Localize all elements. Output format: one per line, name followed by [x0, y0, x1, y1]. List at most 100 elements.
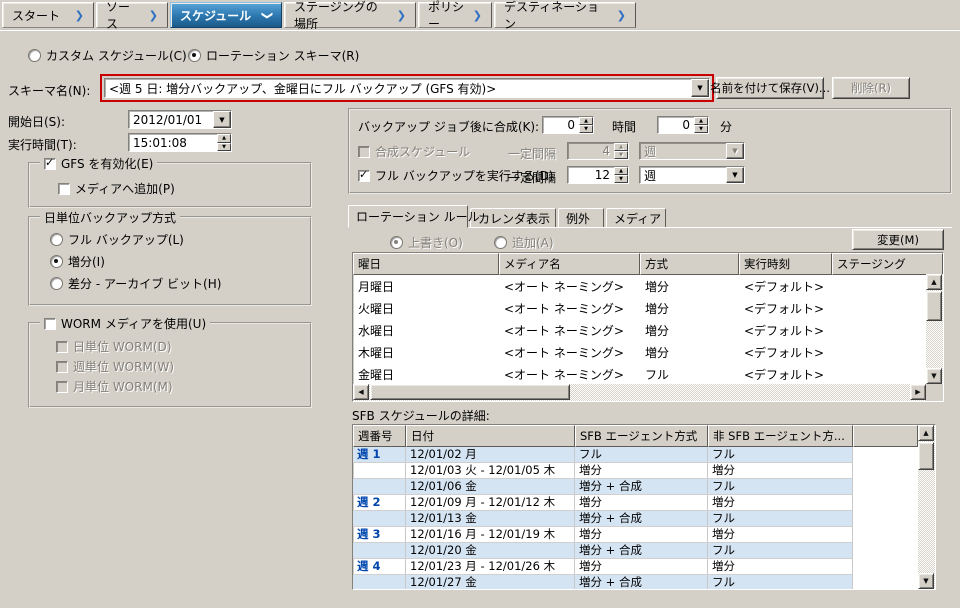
header-week-number[interactable]: 週番号 — [353, 425, 406, 447]
worm-use-checkbox[interactable]: WORM メディアを使用(U) — [44, 315, 206, 332]
minutes-unit-label: 分 — [720, 118, 732, 135]
horizontal-scrollbar[interactable]: ◀ ▶ — [353, 384, 926, 401]
checkbox-label: WORM メディアを使用(U) — [61, 315, 206, 332]
dropdown-arrow-icon[interactable]: ▼ — [726, 167, 744, 183]
schema-name-combobox[interactable]: <週 5 日: 増分バックアップ、金曜日にフル バックアップ (GFS 有効)>… — [104, 78, 710, 98]
tab-calendar-view[interactable]: カレンダ表示 — [470, 208, 556, 228]
table-row[interactable]: 週 4 12/01/23 月 - 12/01/26 木 増分 増分 — [353, 559, 918, 575]
header-staging[interactable]: ステージング — [832, 253, 943, 275]
spin-up-icon: ▲ — [694, 117, 708, 125]
spin-buttons[interactable]: ▲▼ — [579, 117, 593, 133]
cell-non-sfb-method: フル — [708, 575, 853, 590]
scroll-right-icon[interactable]: ▶ — [910, 384, 926, 400]
vertical-scrollbar[interactable]: ▲ ▼ — [926, 274, 943, 384]
hours-value: 0 — [543, 117, 579, 133]
header-method[interactable]: 方式 — [640, 253, 739, 275]
header-empty — [853, 425, 918, 447]
header-exec-time[interactable]: 実行時刻 — [739, 253, 832, 275]
full-interval-unit-dropdown[interactable]: 週 ▼ — [639, 166, 745, 184]
rotation-rules-table: 曜日 メディア名 方式 実行時刻 ステージング 月曜日 <オート ネーミング> … — [352, 252, 944, 402]
wizard-tab-source[interactable]: ソース ❯ — [96, 2, 168, 28]
scrollbar-thumb[interactable] — [370, 384, 570, 400]
header-non-sfb-method[interactable]: 非 SFB エージェント方... — [708, 425, 853, 447]
cell-date: 12/01/02 月 — [406, 447, 575, 463]
cell-method: 増分 — [640, 322, 739, 339]
scrollbar-corner — [926, 384, 943, 401]
cell-empty — [853, 447, 918, 464]
header-date[interactable]: 日付 — [406, 425, 575, 447]
table-row[interactable]: 12/01/20 金 増分 + 合成 フル — [353, 543, 918, 559]
table-row[interactable]: 火曜日 <オート ネーミング> 増分 <デフォルト> — [353, 297, 943, 319]
table-row[interactable]: 12/01/06 金 増分 + 合成 フル — [353, 479, 918, 495]
radio-differential[interactable]: 差分 - アーカイブ ビット(H) — [50, 275, 221, 292]
worm-groupbox: WORM メディアを使用(U) 日単位 WORM(D) 週単位 WORM(W) … — [28, 322, 312, 408]
table-row[interactable]: 金曜日 <オート ネーミング> フル <デフォルト> — [353, 363, 943, 385]
radio-incremental[interactable]: 増分(I) — [50, 253, 105, 270]
table-row[interactable]: 週 1 12/01/02 月 フル フル — [353, 447, 918, 463]
spin-up-icon: ▲ — [579, 117, 593, 125]
spin-buttons[interactable]: ▲▼ — [614, 167, 628, 183]
cell-non-sfb-method: フル — [708, 447, 853, 463]
append-media-checkbox[interactable]: メディアへ追加(P) — [58, 180, 175, 197]
cell-empty — [853, 559, 918, 576]
scroll-down-icon[interactable]: ▼ — [918, 573, 934, 589]
scrollbar-thumb[interactable] — [926, 291, 942, 321]
tab-rotation-rules[interactable]: ローテーション ルール — [348, 205, 468, 228]
table-row[interactable]: 12/01/03 火 - 12/01/05 木 増分 増分 — [353, 463, 918, 479]
cell-sfb-method: 増分 + 合成 — [575, 575, 708, 590]
dropdown-arrow-icon[interactable]: ▼ — [213, 111, 231, 128]
sfb-table-header: 週番号 日付 SFB エージェント方式 非 SFB エージェント方... — [353, 425, 918, 447]
cell-sfb-method: 増分 + 合成 — [575, 479, 708, 495]
tab-exceptions[interactable]: 例外 — [558, 208, 604, 228]
consolidate-hours-spinner[interactable]: 0 ▲▼ — [542, 116, 594, 134]
table-row[interactable]: 週 3 12/01/16 月 - 12/01/19 木 増分 増分 — [353, 527, 918, 543]
table-row[interactable]: 水曜日 <オート ネーミング> 増分 <デフォルト> — [353, 319, 943, 341]
header-media-name[interactable]: メディア名 — [499, 253, 640, 275]
spin-buttons[interactable]: ▲▼ — [694, 117, 708, 133]
table-row[interactable]: 月曜日 <オート ネーミング> 増分 <デフォルト> — [353, 275, 943, 297]
spin-buttons[interactable]: ▲▼ — [217, 134, 231, 151]
radio-custom-schedule[interactable]: カスタム スケジュール(C) — [28, 47, 187, 64]
table-row[interactable]: 週 2 12/01/09 月 - 12/01/12 木 増分 増分 — [353, 495, 918, 511]
consolidate-minutes-spinner[interactable]: 0 ▲▼ — [657, 116, 709, 134]
wizard-tab-destination[interactable]: デスティネーション ❯ — [494, 2, 636, 28]
checkbox-label: 合成スケジュール — [375, 143, 470, 160]
dropdown-arrow-icon[interactable]: ▼ — [691, 79, 709, 97]
exec-time-spinner[interactable]: 15:01:08 ▲▼ — [128, 133, 232, 152]
cell-sfb-method: 増分 + 合成 — [575, 511, 708, 527]
wizard-tab-schedule[interactable]: スケジュール ❯ — [170, 2, 282, 28]
checkbox-box — [44, 158, 56, 170]
cell-day: 月曜日 — [353, 278, 499, 295]
wizard-tab-start[interactable]: スタート ❯ — [2, 2, 94, 28]
scroll-left-icon[interactable]: ◀ — [353, 384, 369, 400]
save-as-button[interactable]: 名前を付けて保存(V)... — [716, 77, 824, 99]
wizard-tab-policy[interactable]: ポリシー ❯ — [418, 2, 492, 28]
scroll-down-icon[interactable]: ▼ — [926, 368, 942, 384]
cell-media: <オート ネーミング> — [499, 366, 640, 383]
cell-media: <オート ネーミング> — [499, 278, 640, 295]
radio-full-backup[interactable]: フル バックアップ(L) — [50, 231, 184, 248]
table-row[interactable]: 12/01/27 金 増分 + 合成 フル — [353, 575, 918, 590]
vertical-scrollbar[interactable]: ▲ ▼ — [918, 425, 935, 589]
cell-sfb-method: 増分 — [575, 463, 708, 479]
header-day[interactable]: 曜日 — [353, 253, 499, 275]
table-row[interactable]: 木曜日 <オート ネーミング> 増分 <デフォルト> — [353, 341, 943, 363]
cell-non-sfb-method: フル — [708, 543, 853, 559]
cell-time: <デフォルト> — [739, 300, 832, 317]
tab-media[interactable]: メディア — [606, 208, 666, 228]
table-row[interactable]: 12/01/13 金 増分 + 合成 フル — [353, 511, 918, 527]
full-interval-spinner[interactable]: 12 ▲▼ — [567, 166, 629, 184]
scroll-up-icon[interactable]: ▲ — [918, 425, 934, 441]
sfb-schedule-table: 週番号 日付 SFB エージェント方式 非 SFB エージェント方... 週 1… — [352, 424, 936, 590]
scrollbar-thumb[interactable] — [918, 442, 934, 470]
scroll-up-icon[interactable]: ▲ — [926, 274, 942, 290]
checkbox-box — [56, 381, 68, 393]
header-sfb-method[interactable]: SFB エージェント方式 — [575, 425, 708, 447]
tab-label: ステージングの場所 — [294, 0, 389, 32]
start-date-combobox[interactable]: 2012/01/01 ▼ — [128, 110, 232, 129]
gfs-enable-checkbox[interactable]: GFS を有効化(E) — [44, 155, 153, 172]
modify-button[interactable]: 変更(M) — [852, 229, 944, 250]
wizard-tab-staging-location[interactable]: ステージングの場所 ❯ — [284, 2, 416, 28]
radio-rotation-schema[interactable]: ローテーション スキーマ(R) — [188, 47, 359, 64]
schema-name-value: <週 5 日: 増分バックアップ、金曜日にフル バックアップ (GFS 有効)> — [105, 79, 691, 98]
